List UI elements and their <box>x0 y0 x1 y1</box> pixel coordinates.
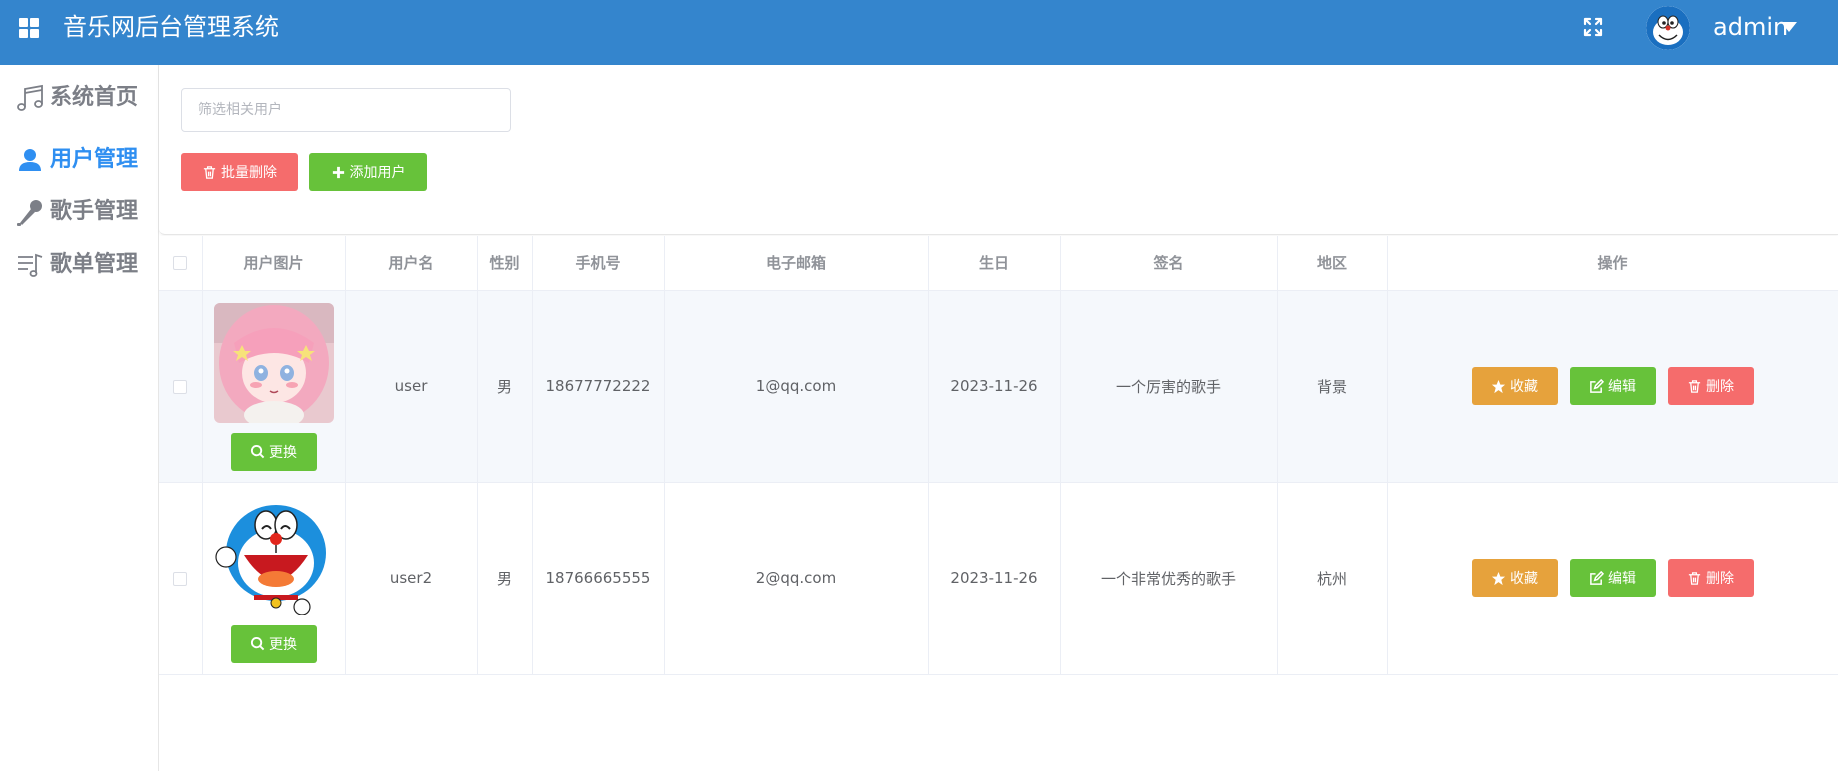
change-pic-label: 更换 <box>269 444 297 461</box>
birthday-cell: 2023-11-26 <box>928 482 1061 675</box>
column-header: 生日 <box>928 236 1061 291</box>
search-icon <box>250 636 265 651</box>
change-pic-button[interactable]: 更换 <box>230 624 317 663</box>
change-pic-button[interactable]: 更换 <box>230 432 317 471</box>
menu-grid-icon[interactable] <box>19 18 39 38</box>
signature-cell: 一个非常优秀的歌手 <box>1060 482 1278 675</box>
anime-girl-avatar <box>213 302 334 423</box>
username-cell: user2 <box>345 482 478 675</box>
email-cell: 2@qq.com <box>664 482 929 675</box>
column-header: 手机号 <box>532 236 665 291</box>
app-title: 音乐网后台管理系统 <box>63 13 279 41</box>
caret-down-icon[interactable] <box>1781 22 1797 32</box>
column-header: 操作 <box>1387 236 1838 291</box>
birthday-cell: 2023-11-26 <box>928 290 1061 483</box>
doraemon-avatar <box>213 494 334 615</box>
batch-delete-button[interactable]: 批量删除 <box>181 153 298 191</box>
add-user-button[interactable]: 添加用户 <box>309 153 427 191</box>
sidebar-item-home[interactable]: 系统首页 <box>0 73 158 123</box>
username-cell: user <box>345 290 478 483</box>
row-actions: 收藏 编辑 删除 <box>1471 559 1754 597</box>
sidebar-item-label: 用户管理 <box>50 147 139 172</box>
edit-icon <box>1590 378 1604 393</box>
delete-label: 删除 <box>1706 379 1734 395</box>
star-icon <box>1491 379 1506 393</box>
phone-cell: 18677772222 <box>532 290 665 483</box>
trash-icon <box>203 165 216 179</box>
user-pic-cell: 更换 <box>202 482 346 675</box>
sidebar-item-users[interactable]: 用户管理 <box>0 135 158 185</box>
email-cell: 1@qq.com <box>664 290 929 483</box>
signature-cell: 一个厉害的歌手 <box>1060 290 1278 483</box>
row-checkbox[interactable] <box>173 379 188 394</box>
favorite-label: 收藏 <box>1510 571 1538 587</box>
delete-button[interactable]: 删除 <box>1667 367 1754 405</box>
user-icon <box>19 149 41 171</box>
region-cell: 杭州 <box>1277 482 1388 675</box>
sidebar-item-singers[interactable]: 歌手管理 <box>0 187 158 237</box>
app-header: 音乐网后台管理系统 admin <box>0 0 1838 65</box>
favorite-button[interactable]: 收藏 <box>1471 559 1558 597</box>
actions-cell: 收藏 编辑 删除 <box>1387 482 1838 675</box>
gender-cell: 男 <box>477 482 533 675</box>
sidebar-item-label: 歌手管理 <box>50 199 139 224</box>
row-checkbox[interactable] <box>173 571 188 586</box>
add-user-label: 添加用户 <box>349 165 406 181</box>
users-table: 用户图片 用户名 性别 手机号 电子邮箱 生日 签名 地区 操作 更换 user… <box>159 236 1838 675</box>
table-header-row: 用户图片 用户名 性别 手机号 电子邮箱 生日 签名 地区 操作 <box>159 236 1838 291</box>
sidebar-item-label: 系统首页 <box>50 85 139 110</box>
trash-icon <box>1688 571 1701 585</box>
admin-username[interactable]: admin <box>1713 10 1788 44</box>
music-note-icon <box>17 84 43 111</box>
delete-button[interactable]: 删除 <box>1667 559 1754 597</box>
edit-label: 编辑 <box>1608 571 1636 587</box>
select-all-checkbox[interactable] <box>173 256 188 271</box>
plus-icon <box>332 166 344 178</box>
trash-icon <box>1688 379 1701 393</box>
change-pic-label: 更换 <box>269 636 297 653</box>
column-header: 用户图片 <box>202 236 346 291</box>
delete-label: 删除 <box>1706 571 1734 587</box>
actions-cell: 收藏 编辑 删除 <box>1387 290 1838 483</box>
batch-delete-label: 批量删除 <box>221 165 277 181</box>
phone-cell: 18766665555 <box>532 482 665 675</box>
user-pic-cell: 更换 <box>202 290 346 483</box>
sidebar-item-playlists[interactable]: 歌单管理 <box>0 240 158 290</box>
favorite-label: 收藏 <box>1510 379 1538 395</box>
fullscreen-icon[interactable] <box>1580 14 1606 40</box>
edit-button[interactable]: 编辑 <box>1569 559 1656 597</box>
table-row: 更换 user 男 18677772222 1@qq.com 2023-11-2… <box>159 290 1838 483</box>
sidebar-item-label: 歌单管理 <box>50 252 139 277</box>
row-select-cell <box>159 290 203 483</box>
edit-button[interactable]: 编辑 <box>1569 367 1656 405</box>
gender-cell: 男 <box>477 290 533 483</box>
column-header: 性别 <box>477 236 533 291</box>
star-icon <box>1491 571 1506 585</box>
select-all-header <box>159 236 203 291</box>
search-input[interactable] <box>181 88 511 132</box>
toolbar-panel: 批量删除 添加用户 <box>159 65 1838 235</box>
row-select-cell <box>159 482 203 675</box>
favorite-button[interactable]: 收藏 <box>1471 367 1558 405</box>
column-header: 用户名 <box>345 236 478 291</box>
search-icon <box>250 444 265 459</box>
edit-label: 编辑 <box>1608 379 1636 395</box>
column-header: 电子邮箱 <box>664 236 929 291</box>
row-actions: 收藏 编辑 删除 <box>1471 367 1754 405</box>
column-header: 地区 <box>1277 236 1388 291</box>
column-header: 签名 <box>1060 236 1278 291</box>
admin-avatar[interactable] <box>1646 6 1690 50</box>
edit-icon <box>1590 570 1604 585</box>
sidebar: 系统首页 用户管理 歌手管理 歌单管理 <box>0 65 159 771</box>
microphone-icon <box>17 200 42 226</box>
region-cell: 背景 <box>1277 290 1388 483</box>
playlist-icon <box>18 253 43 277</box>
table-row: 更换 user2 男 18766665555 2@qq.com 2023-11-… <box>159 482 1838 675</box>
